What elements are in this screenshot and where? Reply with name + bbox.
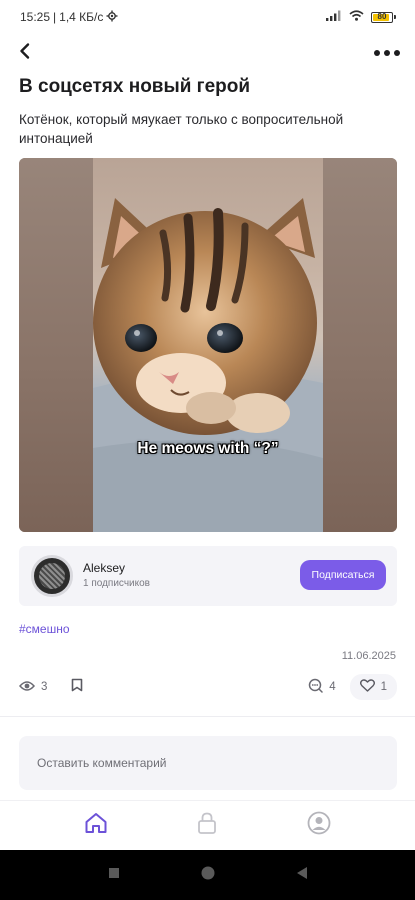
status-bar: 15:25 | 1,4 КБ/с 80 [0, 0, 415, 34]
post-video[interactable]: He meows with “?” [19, 158, 397, 532]
likes-count: 1 [380, 681, 387, 693]
bookmark-button[interactable] [71, 678, 83, 697]
video-caption: He meows with “?” [137, 440, 279, 457]
hashtag-link[interactable]: #смешно [19, 622, 70, 636]
video-frame: He meows with “?” [93, 158, 323, 532]
video-letterbox-right [323, 158, 397, 532]
back-button[interactable] [16, 42, 34, 65]
system-nav-bar [0, 850, 415, 900]
author-subscribers: 1 подписчиков [83, 578, 150, 589]
heart-icon [359, 679, 375, 695]
comment-input[interactable] [19, 736, 397, 790]
status-right: 80 [326, 10, 396, 24]
back-arrow-icon [16, 42, 34, 65]
tab-locked[interactable] [187, 806, 227, 846]
signal-icon [326, 10, 342, 24]
comments-count: 4 [329, 681, 336, 693]
wifi-icon [349, 10, 364, 24]
video-letterbox-left [19, 158, 93, 532]
status-time: 15:25 [20, 10, 51, 24]
author-avatar[interactable] [31, 555, 73, 597]
post-title: В соцсетях новый герой [19, 76, 251, 97]
section-divider [0, 716, 415, 717]
subscribe-button[interactable]: Подписаться [300, 560, 386, 590]
settings-gear-icon [106, 10, 118, 25]
square-icon [108, 866, 120, 884]
battery-icon: 80 [371, 11, 396, 23]
author-name[interactable]: Aleksey [83, 561, 125, 575]
post-date: 11.06.2025 [341, 650, 396, 662]
more-dots-icon [373, 44, 401, 62]
comments-button[interactable]: 4 [308, 678, 336, 696]
status-separator: | [53, 10, 57, 24]
eye-icon [19, 680, 35, 695]
battery-level: 80 [377, 11, 387, 21]
views-count: 3 [41, 681, 48, 693]
like-button[interactable]: 1 [349, 674, 397, 700]
comment-box[interactable] [19, 736, 397, 790]
home-icon [84, 812, 108, 839]
recents-button[interactable] [108, 866, 120, 884]
top-nav [0, 38, 415, 68]
bottom-tab-bar [0, 800, 415, 850]
bookmark-icon [71, 678, 83, 697]
home-system-button[interactable] [200, 865, 216, 886]
more-menu-button[interactable] [373, 44, 401, 62]
profile-icon [307, 811, 331, 840]
circle-icon [200, 865, 216, 886]
kitten-image [93, 198, 323, 532]
status-left: 15:25 | 1,4 КБ/с [20, 10, 118, 25]
post-actions: 3 4 1 [19, 674, 397, 700]
views-counter: 3 [19, 680, 47, 695]
post-subtitle: Котёнок, который мяукает только с вопрос… [19, 112, 344, 146]
tab-home[interactable] [76, 806, 116, 846]
tab-profile[interactable] [299, 806, 339, 846]
back-system-button[interactable] [296, 866, 308, 885]
lock-icon [197, 812, 217, 839]
triangle-back-icon [296, 866, 308, 885]
author-card[interactable]: Aleksey 1 подписчиков Подписаться [19, 546, 397, 606]
comment-icon [308, 678, 323, 696]
status-speed: 1,4 КБ/с [59, 10, 104, 24]
